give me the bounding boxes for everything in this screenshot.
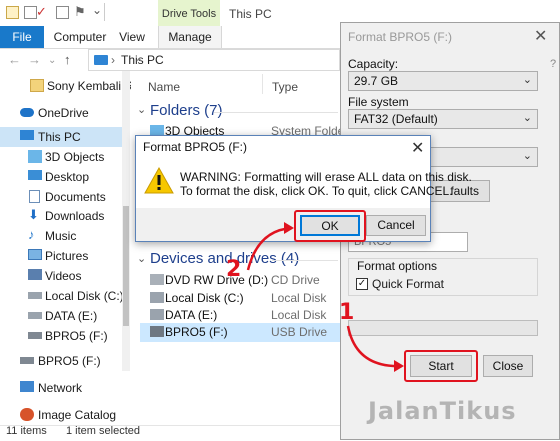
watermark: JalanTikus <box>368 397 517 425</box>
step2-arrow <box>246 226 293 271</box>
step-1-label: 1 <box>339 300 355 325</box>
step1-arrow <box>346 325 403 368</box>
step2-arrowhead <box>284 222 294 234</box>
step1-arrowhead <box>394 360 404 372</box>
step-2-label: 2 <box>226 257 242 282</box>
annotation-arrows <box>246 222 404 372</box>
